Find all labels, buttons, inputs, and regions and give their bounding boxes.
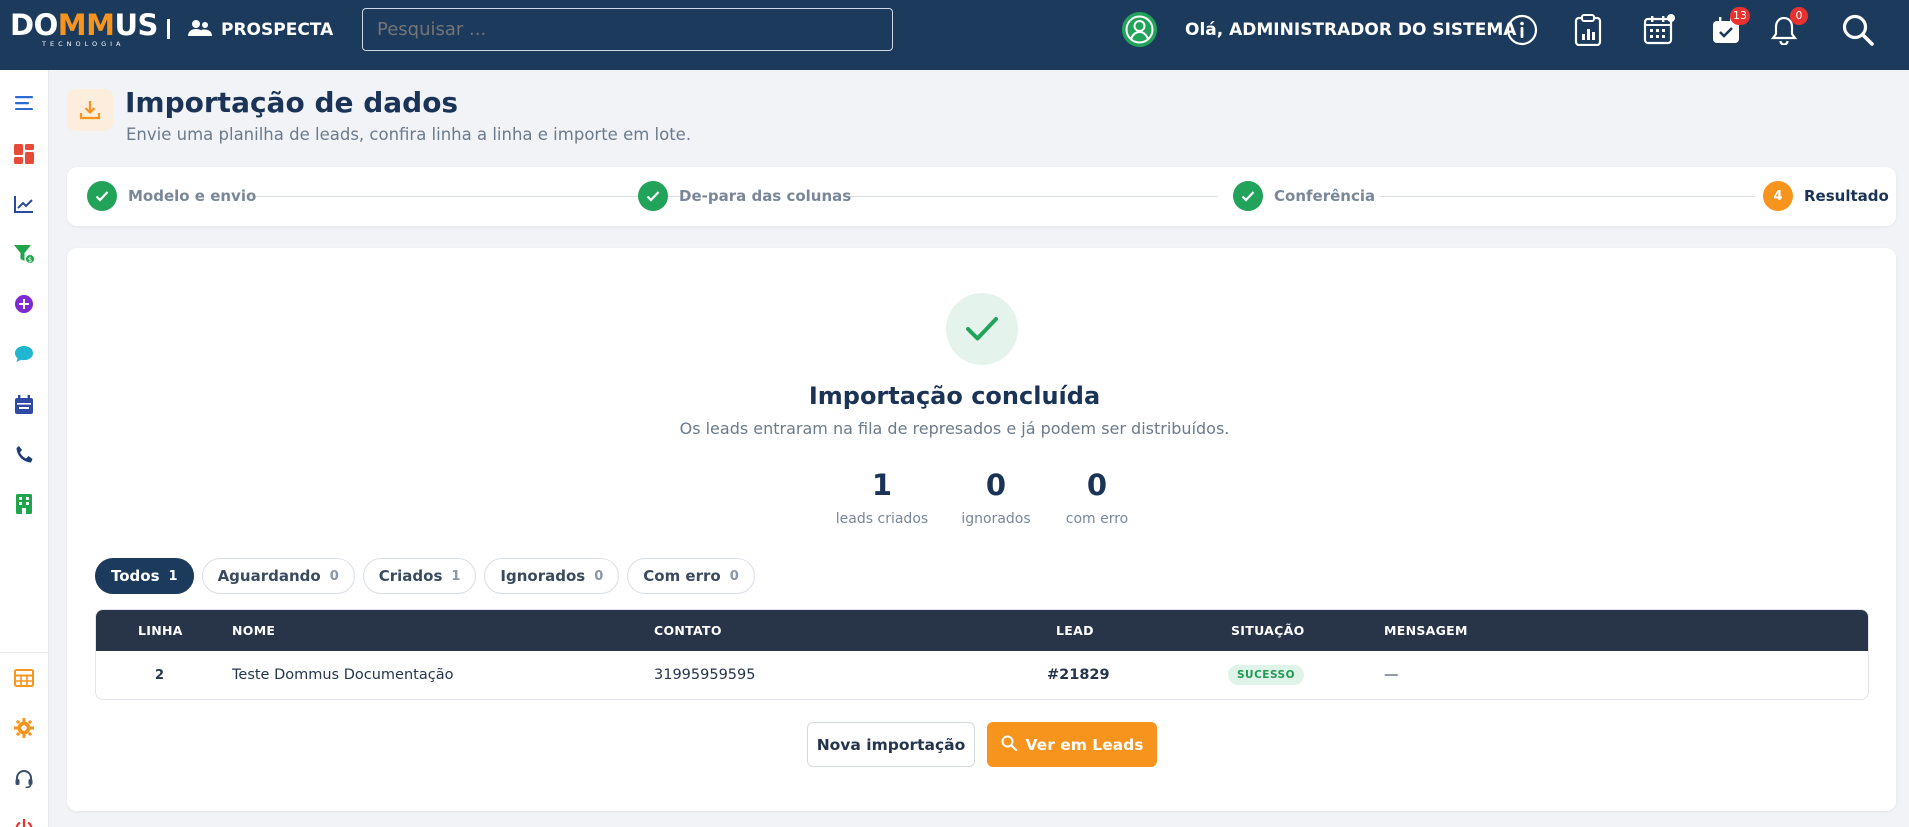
filter-label: Aguardando <box>217 567 321 585</box>
step-resultado[interactable]: 4 Resultado <box>1763 181 1889 211</box>
filter-chips: Todos 1 Aguardando 0 Criados 1 Ignorados 0 C… <box>95 558 755 594</box>
new-import-button[interactable]: Nova importação <box>807 722 975 767</box>
step-label: Resultado <box>1804 187 1889 205</box>
filter-label: Ignorados <box>500 567 586 585</box>
sidebar: $ <box>0 70 49 827</box>
status-badge: SUCESSO <box>1228 665 1305 685</box>
step-modelo-envio[interactable]: Modelo e envio <box>87 181 256 211</box>
cell-linha: 2 <box>155 668 165 683</box>
menu-icon[interactable] <box>8 87 40 119</box>
filter-com-erro[interactable]: Com erro 0 <box>627 558 755 594</box>
result-title: Importação concluída <box>808 382 1101 410</box>
stat-value: 0 <box>1086 468 1108 502</box>
user-greeting[interactable]: Olá, ADMINISTRADOR DO SISTEMA <box>1185 18 1516 42</box>
svg-text:$: $ <box>28 256 32 264</box>
stat-label: com erro <box>1065 511 1129 527</box>
column-header-linha: LINHA <box>138 623 183 638</box>
cell-mensagem: — <box>1384 667 1399 683</box>
step-connector <box>1379 196 1755 197</box>
view-leads-label: Ver em Leads <box>1025 735 1144 754</box>
result-subtitle: Os leads entraram na fila de represados … <box>679 419 1230 438</box>
cell-situacao: SUCESSO <box>1228 651 1305 699</box>
stat-label: leads criados <box>835 511 929 527</box>
tasks-icon[interactable]: 13 <box>1708 7 1750 48</box>
logo-wordmark: DOMMUS <box>10 8 158 42</box>
column-header-contato: CONTATO <box>654 623 722 638</box>
lead-link[interactable]: #21829 <box>1047 651 1110 699</box>
module-switcher[interactable]: PROSPECTA <box>188 17 333 43</box>
filter-count: 0 <box>329 568 339 584</box>
users-icon <box>188 19 212 42</box>
step-label: Modelo e envio <box>128 187 257 205</box>
chat-icon[interactable] <box>8 338 40 370</box>
column-header-lead: LEAD <box>1056 623 1094 638</box>
top-bar: DOMMUS TECNOLOGIA PROSPECTA Olá, ADMINIS… <box>0 0 1909 70</box>
dashboard-icon[interactable] <box>8 138 40 170</box>
filter-criados[interactable]: Criados 1 <box>362 558 477 594</box>
check-icon <box>87 181 117 211</box>
stat-created: 1 leads criados <box>822 466 942 529</box>
power-icon[interactable] <box>8 812 40 827</box>
download-icon <box>67 89 113 131</box>
filter-todos[interactable]: Todos 1 <box>95 558 194 594</box>
dommus-logo[interactable]: DOMMUS TECNOLOGIA <box>10 8 160 52</box>
step-connector <box>250 196 688 197</box>
check-icon <box>638 181 668 211</box>
page-subtitle: Envie uma planilha de leads, confira lin… <box>126 125 692 144</box>
page-title: Importação de dados <box>125 86 459 119</box>
step-de-para[interactable]: De-para das colunas <box>638 181 851 211</box>
funnel-icon[interactable]: $ <box>8 238 40 270</box>
info-icon[interactable] <box>1504 12 1540 48</box>
step-label: De-para das colunas <box>679 187 852 205</box>
bell-icon[interactable]: 0 <box>1766 7 1808 48</box>
clipboard-report-icon[interactable] <box>1570 12 1606 48</box>
step-number: 4 <box>1763 181 1793 211</box>
headset-icon[interactable] <box>8 762 40 794</box>
success-check-icon <box>946 293 1018 365</box>
add-icon[interactable] <box>8 288 40 320</box>
column-header-situacao: SITUAÇÃO <box>1231 623 1305 638</box>
phone-icon[interactable] <box>8 438 40 470</box>
filter-count: 1 <box>451 568 461 584</box>
filter-label: Com erro <box>643 567 721 585</box>
notifications-badge: 0 <box>1790 7 1808 25</box>
calendar-icon[interactable] <box>1641 12 1677 48</box>
import-stepper: Modelo e envio De-para das colunas Confe… <box>67 167 1896 226</box>
filter-label: Criados <box>378 567 443 585</box>
module-name: PROSPECTA <box>221 20 334 40</box>
filter-count: 0 <box>594 568 604 584</box>
results-table: LINHA NOME CONTATO LEAD SITUAÇÃO MENSAGE… <box>95 609 1869 700</box>
search-icon <box>1001 735 1017 755</box>
column-header-nome: NOME <box>232 623 276 638</box>
step-connector <box>845 196 1218 197</box>
step-label: Conferência <box>1274 187 1376 205</box>
gear-icon[interactable] <box>8 712 40 744</box>
building-icon[interactable] <box>8 488 40 520</box>
table-icon[interactable] <box>8 662 40 694</box>
cell-contato: 31995959595 <box>654 667 756 683</box>
check-icon <box>1233 181 1263 211</box>
tasks-badge: 13 <box>1730 7 1750 25</box>
filter-label: Todos <box>111 567 160 585</box>
stat-errors: 0 com erro <box>1037 466 1157 529</box>
search-icon[interactable] <box>1840 12 1876 48</box>
user-avatar[interactable] <box>1122 12 1157 47</box>
table-header: LINHA NOME CONTATO LEAD SITUAÇÃO MENSAGE… <box>96 610 1868 651</box>
filter-ignorados[interactable]: Ignorados 0 <box>484 558 620 594</box>
stat-value: 1 <box>871 468 893 502</box>
cell-nome: Teste Dommus Documentação <box>232 667 454 683</box>
filter-count: 0 <box>729 568 739 584</box>
chart-icon[interactable] <box>8 188 40 220</box>
filter-count: 1 <box>168 568 178 584</box>
column-header-mensagem: MENSAGEM <box>1384 623 1468 638</box>
view-leads-button[interactable]: Ver em Leads <box>987 722 1157 767</box>
filter-aguardando[interactable]: Aguardando 0 <box>201 558 355 594</box>
divider <box>167 19 170 39</box>
step-conferencia[interactable]: Conferência <box>1233 181 1375 211</box>
search-input[interactable] <box>362 8 893 51</box>
sidebar-divider <box>0 652 49 653</box>
